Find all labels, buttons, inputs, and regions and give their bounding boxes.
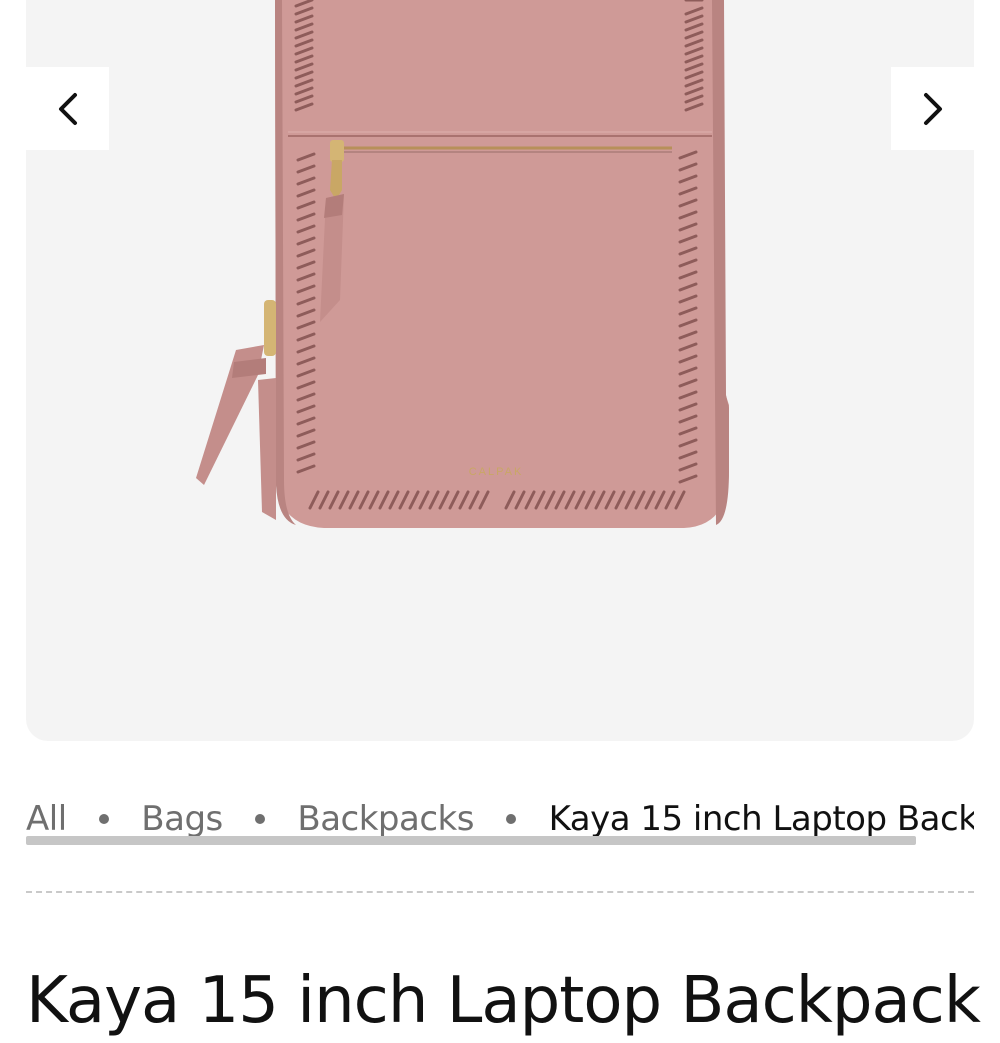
divider (26, 891, 974, 893)
chevron-left-icon (58, 92, 77, 125)
brand-logo: CALPAK (469, 466, 524, 478)
product-title: Kaya 15 inch Laptop Backpack in (26, 963, 1000, 1038)
next-image-button[interactable] (891, 67, 974, 150)
product-image: CALPAK (196, 0, 729, 528)
product-image-gallery: CALPAK (26, 0, 974, 741)
breadcrumb-separator (98, 813, 109, 824)
breadcrumb-separator (255, 813, 266, 824)
chevron-right-icon (923, 92, 942, 125)
breadcrumb-scrollbar[interactable] (26, 836, 916, 845)
breadcrumb-separator (506, 813, 517, 824)
previous-image-button[interactable] (26, 67, 109, 150)
